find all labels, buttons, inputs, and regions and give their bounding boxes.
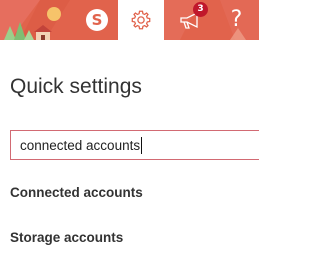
panel-title: Quick settings xyxy=(10,75,142,98)
result-storage-accounts[interactable]: Storage accounts xyxy=(10,230,123,245)
skype-button[interactable]: S xyxy=(72,0,122,40)
notification-count-badge: 3 xyxy=(193,2,208,17)
help-button[interactable]: ? xyxy=(214,0,259,40)
settings-button[interactable] xyxy=(118,0,164,40)
header-bar: S 3 ? xyxy=(0,0,259,40)
quick-settings-screen: S 3 ? Quick settings connected accounts … xyxy=(0,0,259,253)
text-caret xyxy=(141,136,143,154)
gear-icon xyxy=(131,10,151,30)
skype-icon: S xyxy=(86,9,108,31)
settings-search-input[interactable]: connected accounts xyxy=(10,130,259,160)
result-connected-accounts[interactable]: Connected accounts xyxy=(10,185,143,200)
help-icon: ? xyxy=(230,7,243,32)
search-input-value: connected accounts xyxy=(20,137,141,153)
